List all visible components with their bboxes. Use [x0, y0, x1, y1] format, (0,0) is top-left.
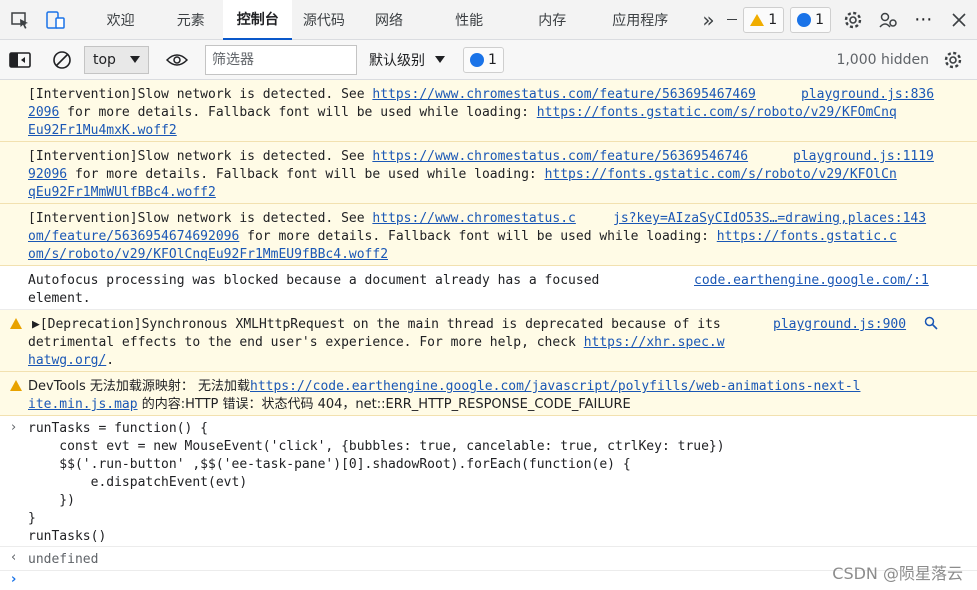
- message-text: 2096 for more details. Fallback font wil…: [28, 105, 897, 120]
- code-line: }): [28, 493, 75, 508]
- filter-input[interactable]: [204, 44, 357, 75]
- tab-application[interactable]: 应用程序: [599, 0, 682, 40]
- message-link[interactable]: https://www.chromestatus.com/feature/563…: [372, 149, 748, 164]
- console-settings-gear-icon[interactable]: [935, 40, 971, 80]
- code-line: $$('.run-button' ,$$('ee-task-pane')[0].…: [28, 457, 631, 472]
- code-line: }: [28, 511, 36, 526]
- code-line: const evt = new MouseEvent('click', {bub…: [28, 439, 725, 454]
- warning-icon: [10, 380, 22, 391]
- messages-badge[interactable]: 1: [790, 6, 832, 33]
- message-icon: [469, 52, 484, 67]
- devtools-tab-bar: 欢迎 元素 控制台 源代码 网络 性能 内存 应用程序 » 1 1 ⋯: [0, 0, 977, 40]
- message-link[interactable]: https://fonts.gstatic.c: [717, 229, 897, 244]
- issues-badge[interactable]: 1: [462, 46, 504, 73]
- tab-welcome[interactable]: 欢迎: [91, 0, 150, 40]
- message-text: ite.min.js.map 的内容:HTTP 错误：状态代码 404，net:…: [28, 397, 631, 412]
- tab-network[interactable]: 网络: [359, 0, 418, 40]
- message-text: detrimental effects to the end user's ex…: [28, 335, 725, 350]
- source-location-link[interactable]: playground.js:836: [801, 86, 934, 104]
- message-text: Eu92Fr1Mu4mxK.woff2: [28, 122, 947, 140]
- warning-icon: [10, 318, 22, 329]
- console-prompt-chevron-icon[interactable]: ›: [11, 572, 16, 587]
- result-chevron-icon: ‹: [11, 550, 17, 565]
- message-icon: [797, 12, 812, 27]
- context-value: top: [93, 51, 116, 68]
- message-link[interactable]: hatwg.org/: [28, 353, 106, 368]
- warning-icon: [750, 13, 765, 26]
- close-icon[interactable]: [942, 0, 977, 40]
- watermark: CSDN @陨星落云: [832, 564, 963, 583]
- search-icon[interactable]: [924, 316, 938, 334]
- chevron-down-icon: [434, 56, 445, 63]
- console-input-code: runTasks = function() { const evt = new …: [28, 420, 725, 546]
- tab-performance[interactable]: 性能: [439, 0, 500, 40]
- console-message-warning: DevTools 无法加载源映射： 无法加载https://code.earth…: [0, 372, 977, 416]
- more-options-icon[interactable]: ⋯: [906, 0, 942, 40]
- tab-memory[interactable]: 内存: [522, 0, 583, 40]
- message-text: om/feature/5636954674692096 for more det…: [28, 229, 897, 244]
- console-message-warning: [Intervention]Slow network is detected. …: [0, 204, 977, 266]
- console-message-warning: [Intervention]Slow network is detected. …: [0, 80, 977, 142]
- message-text: hatwg.org/.: [28, 353, 115, 368]
- message-text: qEu92Fr1MmWUlfBBc4.woff2: [28, 184, 947, 202]
- message-link[interactable]: ite.min.js.map: [28, 397, 138, 412]
- message-text: element.: [28, 291, 91, 306]
- tab-sources[interactable]: 源代码: [292, 0, 355, 40]
- console-result: undefined: [28, 552, 99, 567]
- message-text: om/s/roboto/v29/KFOlCnqEu92Fr1MmEU9fBBc4…: [28, 246, 947, 264]
- message-link[interactable]: qEu92Fr1MmWUlfBBc4.woff2: [28, 185, 216, 200]
- console-message-info: Autofocus processing was blocked because…: [0, 266, 977, 310]
- tab-overflow-divider: [727, 19, 738, 20]
- message-link[interactable]: om/s/roboto/v29/KFOlCnqEu92Fr1MmEU9fBBc4…: [28, 247, 388, 262]
- chevron-down-icon: [129, 56, 140, 63]
- message-link[interactable]: https://www.chromestatus.c: [372, 211, 576, 226]
- message-link[interactable]: https://fonts.gstatic.com/s/roboto/v29/K…: [537, 105, 897, 120]
- live-expression-eye-icon[interactable]: [159, 40, 195, 80]
- inspect-element-icon[interactable]: [2, 0, 38, 40]
- divider: [0, 570, 977, 571]
- clear-console-icon[interactable]: [44, 40, 80, 80]
- sidebar-toggle-icon[interactable]: [2, 40, 38, 80]
- warnings-count: 1: [768, 11, 778, 28]
- code-line: runTasks(): [28, 529, 107, 544]
- source-location-link[interactable]: code.earthengine.google.com/:1: [694, 272, 929, 290]
- message-link[interactable]: https://code.earthengine.google.com/java…: [250, 379, 860, 394]
- console-toolbar: top 默认级别 1 1,000 hidden: [0, 40, 977, 80]
- message-link[interactable]: https://fonts.gstatic.com/s/roboto/v29/K…: [545, 167, 897, 182]
- issues-count: 1: [487, 51, 497, 68]
- message-text: 92096 for more details. Fallback font wi…: [28, 167, 897, 182]
- context-selector[interactable]: top: [84, 45, 149, 74]
- console-input[interactable]: [28, 572, 728, 590]
- log-levels-dropdown[interactable]: 默认级别: [369, 50, 445, 70]
- source-location-link[interactable]: playground.js:900: [773, 316, 906, 334]
- message-text: DevTools 无法加载源映射： 无法加载https://code.earth…: [28, 379, 861, 394]
- settings-gear-icon[interactable]: [835, 0, 871, 40]
- hidden-messages-count: 1,000 hidden: [836, 51, 929, 68]
- log-levels-label: 默认级别: [368, 52, 425, 69]
- source-location-link[interactable]: playground.js:1119: [793, 148, 934, 166]
- console-message-warning: [Intervention]Slow network is detected. …: [0, 142, 977, 204]
- console-message-warning: ▶[Deprecation]Synchronous XMLHttpRequest…: [0, 310, 977, 372]
- divider: [0, 546, 977, 547]
- feedback-icon[interactable]: [871, 0, 907, 40]
- messages-count: 1: [815, 11, 825, 28]
- more-tabs-chevron-icon[interactable]: »: [696, 0, 722, 40]
- console-output: [Intervention]Slow network is detected. …: [0, 80, 977, 590]
- code-line: runTasks = function() {: [28, 421, 209, 436]
- code-line: e.dispatchEvent(evt): [28, 475, 248, 490]
- input-prompt-chevron-icon: ›: [11, 420, 17, 435]
- source-location-link[interactable]: js?key=AIzaSyCIdO53S…=drawing,places:143: [613, 210, 926, 228]
- warnings-badge[interactable]: 1: [743, 6, 785, 33]
- device-emulation-icon[interactable]: [38, 0, 74, 40]
- tab-elements[interactable]: 元素: [160, 0, 221, 40]
- tab-console[interactable]: 控制台: [223, 0, 293, 40]
- message-link[interactable]: Eu92Fr1Mu4mxK.woff2: [28, 123, 177, 138]
- message-link[interactable]: https://xhr.spec.w: [584, 335, 725, 350]
- message-link[interactable]: https://www.chromestatus.com/feature/563…: [372, 87, 756, 102]
